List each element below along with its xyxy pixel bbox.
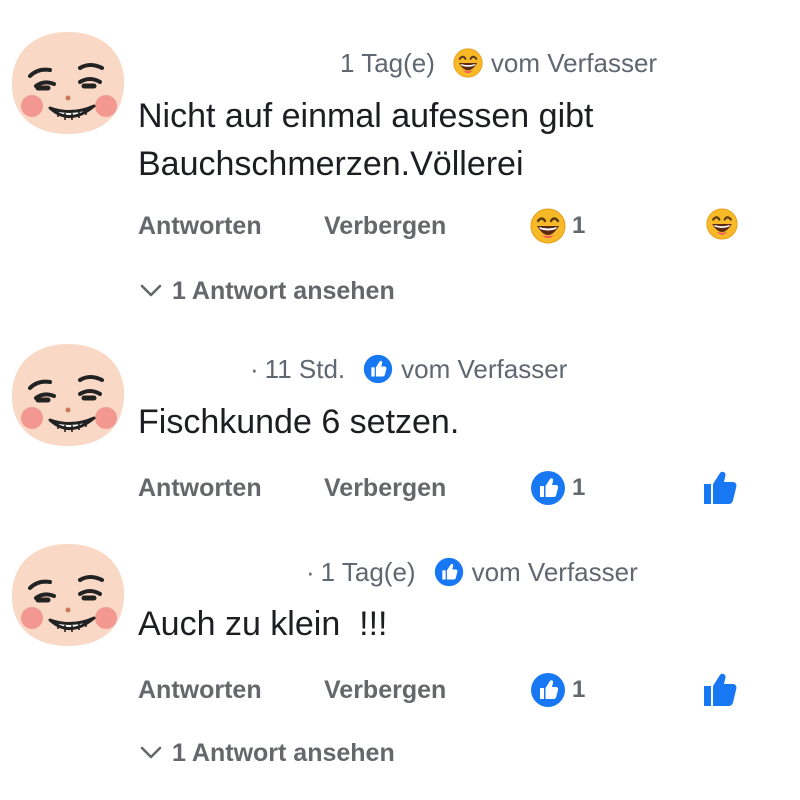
laughing-emoji-icon xyxy=(453,48,483,78)
avatar[interactable] xyxy=(8,340,128,450)
view-replies-label: 1 Antwort ansehen xyxy=(172,276,395,305)
like-thumb-icon xyxy=(530,672,566,708)
like-thumb-icon xyxy=(434,557,464,587)
author-badge-label: vom Verfasser xyxy=(490,47,658,78)
hide-button[interactable]: Verbergen xyxy=(324,206,446,246)
avatar[interactable] xyxy=(8,28,128,138)
chevron-down-icon xyxy=(140,746,162,759)
chevron-down-icon xyxy=(140,284,162,297)
like-thumb-icon[interactable] xyxy=(702,672,738,708)
reply-button[interactable]: Antworten xyxy=(138,206,262,246)
comment-text-line: Auch zu klein !!! xyxy=(138,605,388,643)
comment-meta: 1 Tag(e) vom Verfasser xyxy=(340,46,657,80)
like-thumb-icon xyxy=(530,470,566,506)
view-replies-link[interactable]: 1 Antwort ansehen xyxy=(140,273,395,309)
comment-time: 11 Std. xyxy=(264,353,346,384)
like-thumb-icon xyxy=(363,354,393,384)
comment-actions: Antworten Verbergen 1 xyxy=(138,670,758,710)
comment-text: Auch zu klein !!! xyxy=(138,600,387,648)
laughing-emoji-icon[interactable] xyxy=(706,208,738,240)
reaction-count-number: 1 xyxy=(572,474,586,501)
comment-text-line: Bauchschmerzen.Völlerei xyxy=(138,145,524,183)
reaction-count[interactable]: 1 xyxy=(530,670,585,710)
comment-actions: Antworten Verbergen 1 xyxy=(138,468,758,508)
comment-time: 1 Tag(e) xyxy=(320,556,416,587)
comment-text: Nicht auf einmal aufessen gibt Bauchschm… xyxy=(138,92,593,188)
laughing-emoji-icon xyxy=(530,208,566,244)
comment-meta: · 11 Std. vom Verfasser xyxy=(250,353,568,384)
author-badge-label: vom Verfasser xyxy=(401,353,568,384)
comment-text-line: Fischkunde 6 setzen. xyxy=(138,403,460,441)
comment-meta: · 1 Tag(e) vom Verfasser xyxy=(306,556,638,587)
hide-button[interactable]: Verbergen xyxy=(324,468,446,508)
hide-button[interactable]: Verbergen xyxy=(324,670,446,710)
reply-button[interactable]: Antworten xyxy=(138,468,262,508)
comment-time: 1 Tag(e) xyxy=(340,47,435,78)
author-badge-label: vom Verfasser xyxy=(471,556,638,587)
comment-actions: Antworten Verbergen 1 xyxy=(138,206,758,246)
view-replies-label: 1 Antwort ansehen xyxy=(172,738,395,767)
reaction-count[interactable]: 1 xyxy=(530,468,585,508)
avatar[interactable] xyxy=(8,540,128,650)
view-replies-link[interactable]: 1 Antwort ansehen xyxy=(140,735,395,771)
reaction-count[interactable]: 1 xyxy=(530,206,585,246)
comment-text: Fischkunde 6 setzen. xyxy=(138,398,459,446)
reaction-count-number: 1 xyxy=(572,212,586,239)
reply-button[interactable]: Antworten xyxy=(138,670,262,710)
reaction-count-number: 1 xyxy=(572,676,586,703)
like-thumb-icon[interactable] xyxy=(702,470,738,506)
comment-text-line: Nicht auf einmal aufessen gibt xyxy=(138,97,594,135)
